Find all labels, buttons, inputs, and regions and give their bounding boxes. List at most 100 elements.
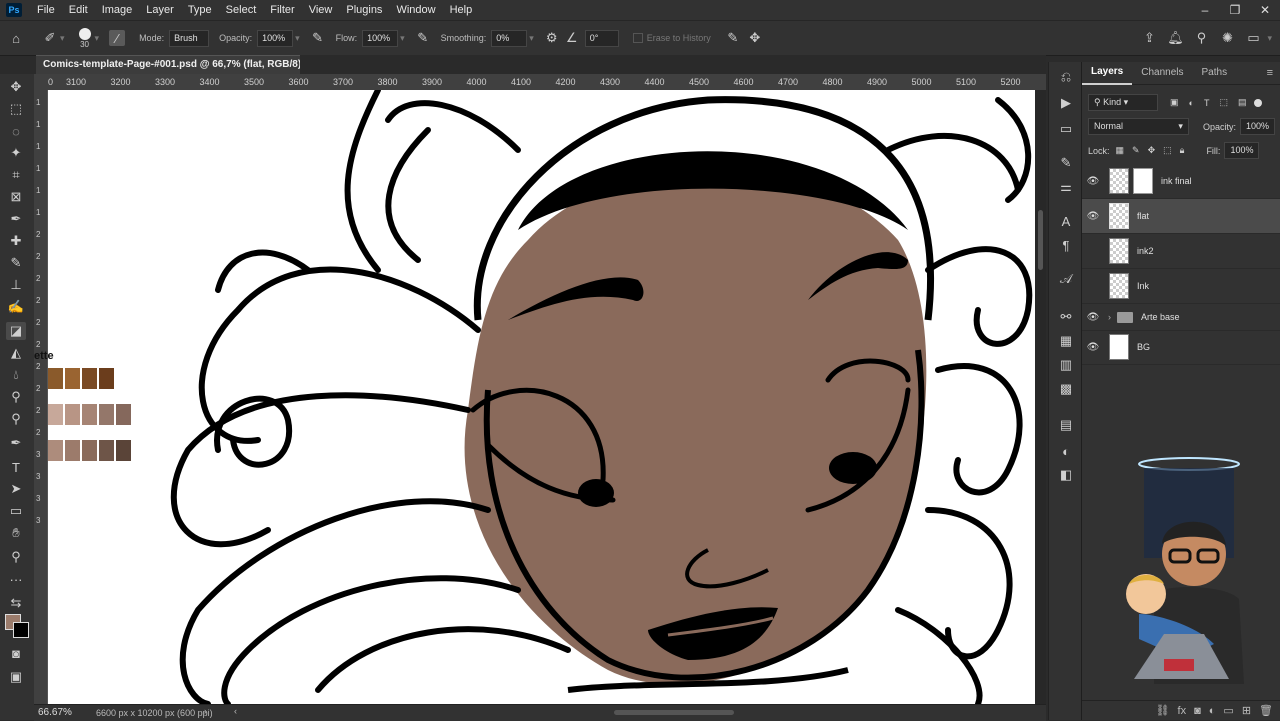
panel-menu-icon[interactable]: ≡ [1267,67,1273,79]
new-layer-icon[interactable]: ⊞ [1242,704,1251,717]
swap-colors-icon[interactable]: ⇆ [6,594,26,612]
filter-toggle-icon[interactable] [1254,98,1263,107]
tab-layers[interactable]: Layers [1082,61,1133,85]
type-tool-icon[interactable]: T [6,458,26,476]
history-brush-tool-icon[interactable]: ✍ [6,298,26,316]
menu-type[interactable]: Type [181,4,219,16]
palette-swatch[interactable] [48,404,63,425]
palette-swatch[interactable] [116,440,131,461]
character-panel-icon[interactable]: A [1057,212,1075,230]
menu-window[interactable]: Window [389,4,442,16]
blend-mode-select[interactable]: Normal ▾ [1088,118,1189,135]
hand-tool-icon[interactable]: ✋︎ [6,524,26,542]
palette-swatch[interactable] [65,368,80,389]
document-tab[interactable]: Comics-template-Page-#001.psd @ 66,7% (f… [36,55,325,74]
brush-settings-panel-icon[interactable]: ✎ [1057,154,1075,172]
lock-pixels-icon[interactable]: ▦ [1116,145,1125,156]
tab-channels[interactable]: Channels [1132,62,1192,84]
actions-icon[interactable]: ▶ [1057,94,1075,112]
erase-history-checkbox[interactable] [632,33,643,43]
move-tool-icon[interactable]: ✥ [6,78,26,96]
zoom-tool-icon[interactable]: ⚲ [6,548,26,566]
scrollbar-thumb[interactable] [1038,210,1043,270]
delete-layer-icon[interactable]: 🗑︎ [1259,704,1273,717]
lock-artboard-icon[interactable]: ⬚ [1163,145,1172,156]
swatches-icon[interactable]: ▦ [1057,332,1075,350]
brush-settings-icon[interactable]: ⁄ [109,30,126,46]
status-menu-icon[interactable]: › [204,706,207,716]
workspace-icon[interactable]: ▭ [1245,30,1261,46]
bell-icon[interactable]: 🔔︎ [1167,30,1184,46]
filter-adjust-icon[interactable]: ◐ [1189,98,1194,108]
search-icon[interactable]: ⚲ [1193,30,1209,46]
airbrush-icon[interactable]: ✎ [415,30,431,46]
visibility-eye-icon[interactable]: 👁︎ [1082,211,1104,222]
mode-select[interactable]: Brush [169,29,210,47]
lasso-tool-icon[interactable]: ◌ [6,122,26,140]
rectangle-tool-icon[interactable]: ▭ [6,502,26,520]
palette-swatch[interactable] [99,368,114,389]
symmetry-icon[interactable]: ✥ [747,30,763,46]
marquee-tool-icon[interactable]: ⬚ [6,100,26,118]
filter-pixel-icon[interactable]: ▣ [1170,97,1179,108]
quick-mask-icon[interactable]: ◙ [6,644,26,662]
paragraph-panel-icon[interactable]: ¶ [1057,236,1075,254]
palette-swatch[interactable] [48,368,63,389]
brushes-panel-icon[interactable]: ⚌ [1057,178,1075,196]
restore-icon[interactable]: ❐ [1220,0,1250,20]
layer-row-selected[interactable]: 👁︎ flat [1082,199,1280,234]
menu-layer[interactable]: Layer [139,4,181,16]
layer-row[interactable]: Ink [1082,269,1280,304]
share-icon[interactable]: ⇪ [1141,30,1157,46]
more-tools-icon[interactable]: ··· [6,570,26,588]
paint-bucket-tool-icon[interactable]: ◭ [6,344,26,362]
discover-icon[interactable]: ✺ [1219,30,1235,46]
layer-row[interactable]: ink2 [1082,234,1280,269]
frame-tool-icon[interactable]: ⊠ [6,188,26,206]
link-layers-icon[interactable]: ⛓ [1156,704,1170,717]
dodge-tool-icon[interactable]: ⚲ [6,388,26,406]
pressure-opacity-icon[interactable]: ✎ [310,30,326,46]
lock-position-icon[interactable]: ✥ [1148,145,1156,156]
brush-tool-icon[interactable]: ✎ [6,254,26,272]
lock-all-icon[interactable]: 🔒︎ [1180,145,1185,156]
glyphs-panel-icon[interactable]: 𝒜 [1057,270,1075,288]
adjustment-layer-icon[interactable]: ◐ [1209,705,1216,717]
history-icon[interactable]: ⎌ [1057,68,1075,86]
menu-plugins[interactable]: Plugins [339,4,389,16]
layer-opacity-field[interactable]: 100% [1239,118,1275,135]
filter-type-icon[interactable]: T [1204,98,1210,108]
opacity-field[interactable]: 100% [257,29,294,47]
palette-swatch[interactable] [48,440,63,461]
fill-field[interactable]: 100% [1224,142,1260,159]
blur-tool-icon[interactable]: 💧︎ [6,366,26,384]
flow-field[interactable]: 100% [362,29,399,47]
menu-file[interactable]: File [30,4,62,16]
gear-icon[interactable]: ⚙ [544,30,560,46]
palette-swatch[interactable] [65,404,80,425]
home-icon[interactable]: ⌂ [8,30,24,46]
scroll-left-icon[interactable]: ‹ [234,706,237,716]
menu-view[interactable]: View [302,4,340,16]
lock-paint-icon[interactable]: ✎ [1132,145,1140,156]
patterns-icon[interactable]: ▩ [1057,380,1075,398]
layer-mask-thumbnail[interactable] [1133,168,1153,194]
eraser-tool-icon[interactable]: ◪ [6,322,26,340]
layer-row[interactable]: 👁︎ BG [1082,330,1280,365]
crop-tool-icon[interactable]: ⌗ [6,166,26,184]
zoom-level[interactable]: 66.67% [38,707,72,718]
layer-group-row[interactable]: 👁︎ › Arte base [1082,304,1280,331]
menu-select[interactable]: Select [219,4,264,16]
search-tool-icon[interactable]: ⚲ [6,410,26,428]
new-group-icon[interactable]: ▭ [1223,704,1233,717]
palette-swatch[interactable] [82,368,97,389]
minimize-icon[interactable]: – [1190,0,1220,20]
pen-tool-icon[interactable]: ✒ [6,434,26,452]
visibility-eye-icon[interactable]: 👁︎ [1082,342,1104,353]
document-canvas[interactable] [48,90,1035,704]
vertical-scrollbar[interactable] [1035,90,1046,704]
properties-icon[interactable]: ⚯ [1057,308,1075,326]
eraser-tool-icon[interactable]: ✐ [42,30,58,46]
path-select-tool-icon[interactable]: ➤ [6,480,26,498]
palette-swatch[interactable] [82,440,97,461]
